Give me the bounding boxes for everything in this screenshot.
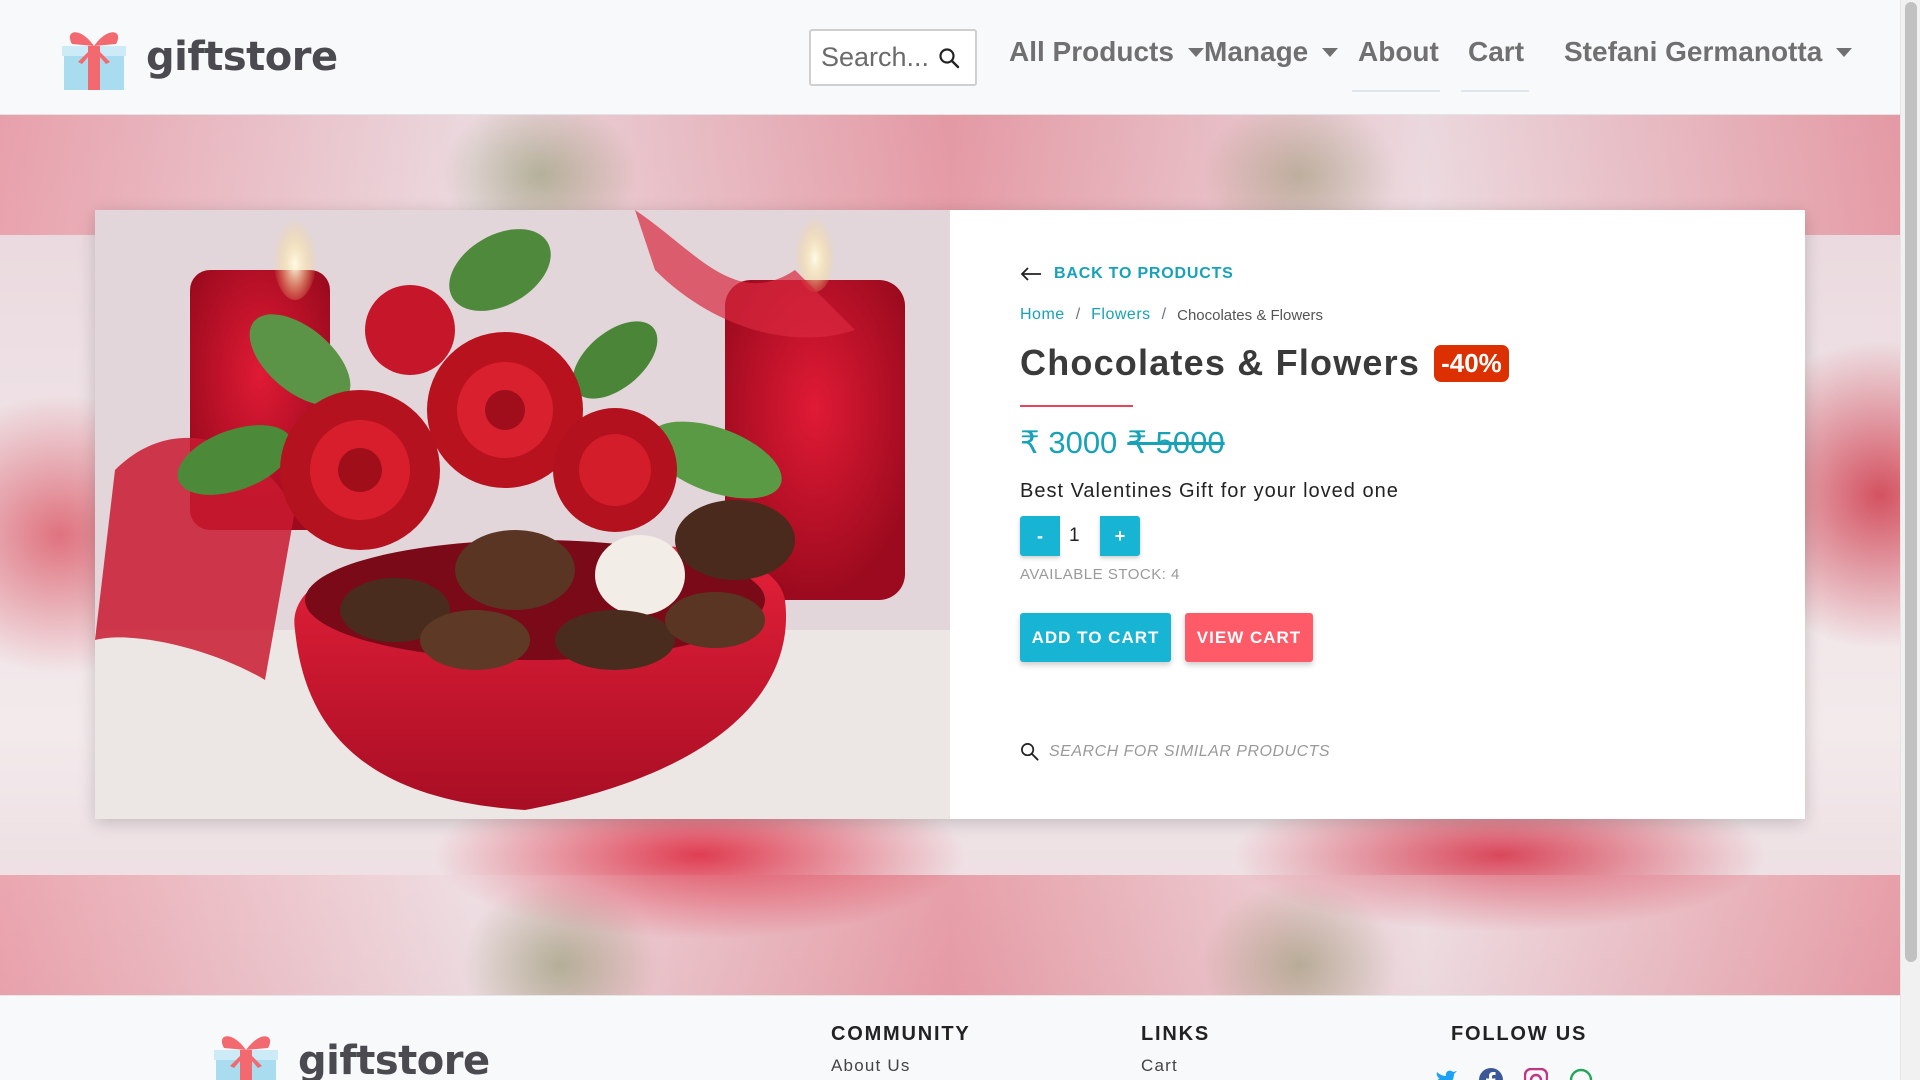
view-cart-button[interactable]: VIEW CART xyxy=(1185,613,1313,662)
quantity-stepper: - + xyxy=(1020,516,1140,556)
roses-chocolates-image xyxy=(95,210,950,819)
brand-name: giftstore xyxy=(146,34,338,80)
chevron-down-icon xyxy=(1187,47,1204,57)
nav-cart-label: Cart xyxy=(1468,36,1525,67)
nav-cart-link[interactable]: Cart xyxy=(1468,36,1524,68)
footer-brand-name: giftstore xyxy=(298,1038,490,1080)
quantity-input[interactable] xyxy=(1060,516,1100,556)
vertical-scrollbar[interactable] xyxy=(1900,0,1920,1080)
nav-all-products-dropdown[interactable]: All Products xyxy=(1009,36,1204,68)
footer-cart-link[interactable]: Cart xyxy=(1141,1056,1178,1076)
product-title: Chocolates & Flowers xyxy=(1020,342,1421,383)
product-actions: ADD TO CART VIEW CART xyxy=(1020,613,1313,662)
nav-manage-label: Manage xyxy=(1204,36,1309,67)
search-icon[interactable] xyxy=(937,46,961,70)
nav-manage-dropdown[interactable]: Manage xyxy=(1204,36,1339,68)
breadcrumb-flowers[interactable]: Flowers xyxy=(1091,306,1151,324)
facebook-icon[interactable] xyxy=(1479,1068,1503,1080)
search-similar-label: SEARCH FOR SIMILAR PRODUCTS xyxy=(1049,742,1331,760)
search-similar-products[interactable]: SEARCH FOR SIMILAR PRODUCTS xyxy=(1020,742,1330,761)
breadcrumb-separator: / xyxy=(1075,306,1081,323)
breadcrumb-home[interactable]: Home xyxy=(1020,306,1065,324)
product-image xyxy=(95,210,950,819)
top-navbar: giftstore All Products Manage About Cart… xyxy=(0,0,1900,115)
nav-user-label: Stefani Germanotta xyxy=(1564,36,1823,67)
footer-brand[interactable]: giftstore xyxy=(212,1026,490,1080)
search-input[interactable] xyxy=(821,42,933,73)
search-field[interactable] xyxy=(809,29,977,86)
nav-about-label: About xyxy=(1358,36,1439,67)
product-description: Best Valentines Gift for your loved one xyxy=(1020,480,1399,502)
product-card: BACK TO PRODUCTS Home / Flowers / Chocol… xyxy=(95,210,1805,819)
scrollbar-thumb[interactable] xyxy=(1905,2,1917,962)
discount-badge: -40% xyxy=(1434,344,1509,382)
quantity-increase-button[interactable]: + xyxy=(1100,516,1140,556)
whatsapp-icon[interactable] xyxy=(1569,1068,1593,1080)
chevron-down-icon xyxy=(1322,47,1339,57)
back-to-products-label: BACK TO PRODUCTS xyxy=(1054,265,1234,282)
search-icon xyxy=(1021,743,1039,761)
breadcrumb: Home / Flowers / Chocolates & Flowers xyxy=(1020,306,1323,324)
add-to-cart-button[interactable]: ADD TO CART xyxy=(1020,613,1171,662)
price-row: ₹ 3000 ₹ 5000 xyxy=(1020,425,1225,461)
current-price: ₹ 3000 xyxy=(1020,425,1118,460)
nav-all-products-label: All Products xyxy=(1009,36,1174,67)
available-stock: AVAILABLE STOCK: 4 xyxy=(1020,566,1180,583)
gift-logo-icon xyxy=(62,32,126,90)
footer-about-us-link[interactable]: About Us xyxy=(831,1056,911,1076)
gift-logo-icon xyxy=(214,1036,278,1080)
product-title-row: Chocolates & Flowers -40% xyxy=(1020,342,1509,384)
quantity-decrease-button[interactable]: - xyxy=(1020,516,1060,556)
original-price: ₹ 5000 xyxy=(1127,425,1225,460)
instagram-icon[interactable] xyxy=(1524,1068,1548,1080)
nav-about-link[interactable]: About xyxy=(1358,36,1439,68)
nav-cart-underline xyxy=(1461,90,1529,92)
footer: giftstore COMMUNITY About Us LINKS Cart … xyxy=(0,995,1900,1080)
footer-follow-title: FOLLOW US xyxy=(1451,1023,1588,1045)
hero-blur-band-bottom xyxy=(0,875,1900,995)
arrow-left-icon xyxy=(1020,267,1041,281)
chevron-down-icon xyxy=(1836,47,1853,57)
product-details: BACK TO PRODUCTS Home / Flowers / Chocol… xyxy=(950,210,1805,819)
back-to-products-link[interactable]: BACK TO PRODUCTS xyxy=(1020,265,1234,283)
twitter-icon[interactable] xyxy=(1434,1068,1458,1080)
nav-about-underline xyxy=(1352,90,1440,92)
breadcrumb-separator: / xyxy=(1161,306,1167,323)
title-divider xyxy=(1020,405,1133,407)
footer-links-title: LINKS xyxy=(1141,1023,1210,1045)
breadcrumb-current: Chocolates & Flowers xyxy=(1177,306,1324,324)
nav-user-dropdown[interactable]: Stefani Germanotta xyxy=(1564,36,1853,68)
footer-community-title: COMMUNITY xyxy=(831,1023,971,1045)
brand-link[interactable]: giftstore xyxy=(60,22,338,92)
